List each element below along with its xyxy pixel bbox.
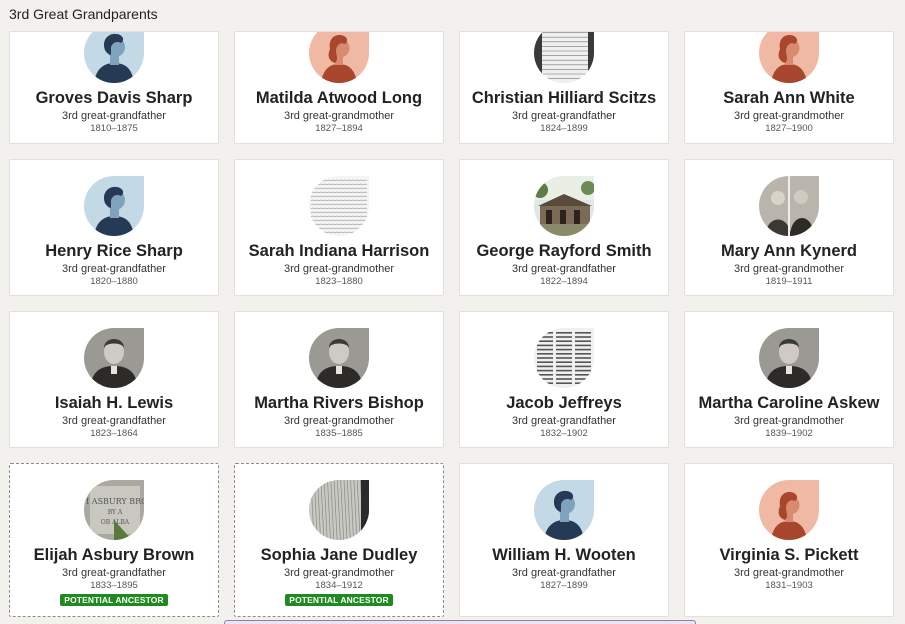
person-dates: 1827–1894 bbox=[315, 123, 363, 134]
handwriting-photo-icon bbox=[309, 176, 369, 236]
house-photo-icon bbox=[534, 176, 594, 236]
gravestone-photo-icon: H ASBURY BRO BY A OB ALBA bbox=[84, 480, 144, 540]
person-name[interactable]: Groves Davis Sharp bbox=[36, 89, 193, 108]
wood-photo-icon bbox=[309, 480, 369, 540]
person-dates: 1832–1902 bbox=[540, 428, 588, 439]
person-dates: 1823–1880 bbox=[315, 276, 363, 287]
newspaper-photo-icon bbox=[534, 328, 594, 388]
person-card[interactable]: Henry Rice Sharp 3rd great-grandfather 1… bbox=[9, 159, 219, 296]
male-silhouette-icon bbox=[534, 480, 594, 540]
person-relation: 3rd great-grandmother bbox=[283, 110, 395, 122]
person-dates: 1839–1902 bbox=[765, 428, 813, 439]
female-silhouette-icon bbox=[759, 32, 819, 83]
person-relation: 3rd great-grandfather bbox=[62, 567, 166, 579]
potential-ancestor-badge[interactable]: POTENTIAL ANCESTOR bbox=[285, 594, 393, 606]
person-card[interactable]: Virginia S. Pickett 3rd great-grandmothe… bbox=[684, 463, 894, 617]
person-relation: 3rd great-grandfather bbox=[512, 263, 616, 275]
person-card[interactable]: H ASBURY BRO BY A OB ALBA Elijah Asbury Br… bbox=[9, 463, 219, 617]
person-name[interactable]: Elijah Asbury Brown bbox=[34, 546, 195, 565]
person-dates: 1823–1864 bbox=[90, 428, 138, 439]
person-name[interactable]: Christian Hilliard Scitzs bbox=[472, 89, 656, 108]
person-card[interactable]: Christian Hilliard Scitzs 3rd great-gran… bbox=[459, 31, 669, 144]
person-dates: 1810–1875 bbox=[90, 123, 138, 134]
male-silhouette-icon bbox=[84, 176, 144, 236]
person-name[interactable]: George Rayford Smith bbox=[476, 242, 651, 261]
person-name[interactable]: Sarah Ann White bbox=[723, 89, 854, 108]
person-card[interactable]: Martha Rivers Bishop 3rd great-grandmoth… bbox=[234, 311, 444, 448]
page: 3rd Great Grandparents Groves Davis Shar… bbox=[0, 0, 905, 624]
person-card[interactable]: Sarah Indiana Harrison 3rd great-grandmo… bbox=[234, 159, 444, 296]
person-card[interactable]: Sarah Ann White 3rd great-grandmother 18… bbox=[684, 31, 894, 144]
person-name[interactable]: Martha Rivers Bishop bbox=[254, 394, 424, 413]
person-relation: 3rd great-grandmother bbox=[283, 263, 395, 275]
svg-text:H ASBURY BRO: H ASBURY BRO bbox=[84, 497, 144, 506]
person-dates: 1827–1900 bbox=[765, 123, 813, 134]
person-relation: 3rd great-grandfather bbox=[62, 415, 166, 427]
person-relation: 3rd great-grandfather bbox=[62, 110, 166, 122]
couple-photo-icon bbox=[759, 176, 819, 236]
person-dates: 1834–1912 bbox=[315, 580, 363, 591]
person-name[interactable]: Henry Rice Sharp bbox=[45, 242, 183, 261]
potential-ancestor-badge[interactable]: POTENTIAL ANCESTOR bbox=[60, 594, 168, 606]
portrait-photo-icon bbox=[759, 328, 819, 388]
person-name[interactable]: Isaiah H. Lewis bbox=[55, 394, 173, 413]
ancestor-grid: Groves Davis Sharp 3rd great-grandfather… bbox=[9, 31, 895, 617]
person-dates: 1822–1894 bbox=[540, 276, 588, 287]
person-dates: 1820–1880 bbox=[90, 276, 138, 287]
person-relation: 3rd great-grandmother bbox=[733, 567, 845, 579]
person-name[interactable]: Jacob Jeffreys bbox=[506, 394, 622, 413]
person-relation: 3rd great-grandfather bbox=[512, 567, 616, 579]
person-name[interactable]: Virginia S. Pickett bbox=[719, 546, 858, 565]
person-dates: 1824–1899 bbox=[540, 123, 588, 134]
person-card[interactable]: Matilda Atwood Long 3rd great-grandmothe… bbox=[234, 31, 444, 144]
person-name[interactable]: Sarah Indiana Harrison bbox=[249, 242, 430, 261]
male-silhouette-icon bbox=[84, 32, 144, 83]
svg-text:BY A: BY A bbox=[108, 509, 123, 516]
person-card[interactable]: Mary Ann Kynerd 3rd great-grandmother 18… bbox=[684, 159, 894, 296]
person-name[interactable]: William H. Wooten bbox=[492, 546, 635, 565]
person-relation: 3rd great-grandfather bbox=[512, 415, 616, 427]
person-dates: 1819–1911 bbox=[765, 276, 813, 287]
person-name[interactable]: Matilda Atwood Long bbox=[256, 89, 422, 108]
person-name[interactable]: Mary Ann Kynerd bbox=[721, 242, 857, 261]
person-dates: 1827–1899 bbox=[540, 580, 588, 591]
person-dates: 1833–1895 bbox=[90, 580, 138, 591]
female-silhouette-icon bbox=[309, 32, 369, 83]
person-card[interactable]: George Rayford Smith 3rd great-grandfath… bbox=[459, 159, 669, 296]
person-card[interactable]: Groves Davis Sharp 3rd great-grandfather… bbox=[9, 31, 219, 144]
person-card[interactable]: Jacob Jeffreys 3rd great-grandfather 183… bbox=[459, 311, 669, 448]
person-relation: 3rd great-grandmother bbox=[283, 415, 395, 427]
person-card[interactable]: Isaiah H. Lewis 3rd great-grandfather 18… bbox=[9, 311, 219, 448]
person-relation: 3rd great-grandmother bbox=[733, 415, 845, 427]
person-relation: 3rd great-grandmother bbox=[733, 110, 845, 122]
portrait-photo-icon bbox=[309, 328, 369, 388]
person-card[interactable]: Sophia Jane Dudley 3rd great-grandmother… bbox=[234, 463, 444, 617]
person-dates: 1831–1903 bbox=[765, 580, 813, 591]
portrait-photo-icon bbox=[84, 328, 144, 388]
person-card[interactable]: Martha Caroline Askew 3rd great-grandmot… bbox=[684, 311, 894, 448]
person-relation: 3rd great-grandfather bbox=[512, 110, 616, 122]
bottom-panel-edge bbox=[224, 620, 696, 624]
section-title: 3rd Great Grandparents bbox=[9, 6, 158, 22]
person-relation: 3rd great-grandmother bbox=[733, 263, 845, 275]
person-dates: 1835–1885 bbox=[315, 428, 363, 439]
document-photo-icon bbox=[534, 32, 594, 83]
person-name[interactable]: Martha Caroline Askew bbox=[699, 394, 880, 413]
female-silhouette-icon bbox=[759, 480, 819, 540]
person-name[interactable]: Sophia Jane Dudley bbox=[261, 546, 418, 565]
person-relation: 3rd great-grandfather bbox=[62, 263, 166, 275]
person-card[interactable]: William H. Wooten 3rd great-grandfather … bbox=[459, 463, 669, 617]
person-relation: 3rd great-grandmother bbox=[283, 567, 395, 579]
